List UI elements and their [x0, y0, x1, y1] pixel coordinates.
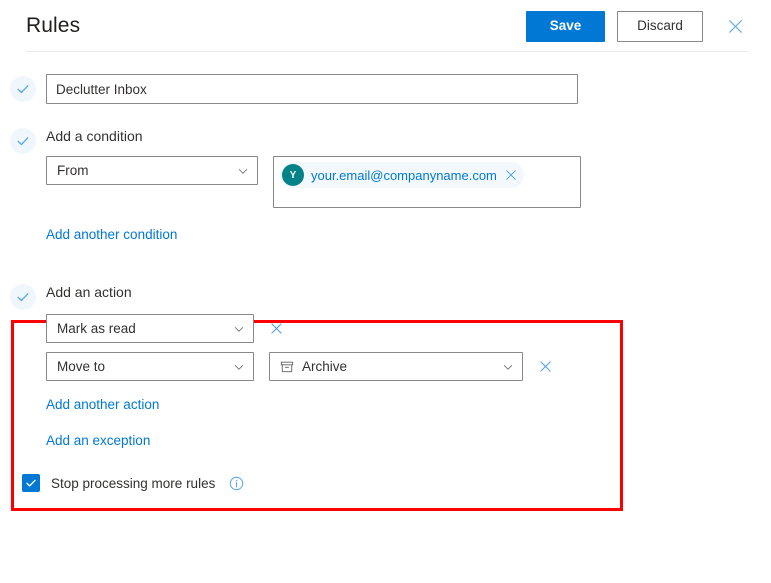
- close-icon: [270, 322, 283, 335]
- condition-check: [0, 126, 46, 154]
- stop-processing-row: Stop processing more rules: [0, 474, 771, 492]
- remove-action-button-2[interactable]: [532, 352, 558, 381]
- condition-type-select[interactable]: From: [46, 156, 258, 185]
- checkmark-icon: [25, 477, 37, 489]
- chevron-down-icon: [233, 323, 245, 335]
- chevron-down-icon: [237, 165, 249, 177]
- action-type-select-2[interactable]: Move to: [46, 352, 254, 381]
- dialog-header: Rules Save Discard: [0, 0, 771, 52]
- remove-action-button-1[interactable]: [263, 314, 289, 343]
- condition-recipient-field[interactable]: Y your.email@companyname.com: [273, 156, 581, 208]
- check-badge: [10, 284, 36, 310]
- close-icon: [728, 19, 743, 34]
- action-section: Add an action Mark as read: [0, 282, 771, 450]
- add-another-condition-link[interactable]: Add another condition: [46, 227, 177, 242]
- stop-processing-checkbox[interactable]: [22, 474, 40, 492]
- check-icon: [16, 134, 30, 148]
- close-icon: [539, 360, 552, 373]
- condition-heading: Add a condition: [46, 126, 771, 146]
- close-icon: [505, 169, 517, 181]
- rule-name-section: [0, 52, 771, 104]
- action-type-value-2: Move to: [57, 359, 225, 374]
- action-folder-select[interactable]: Archive: [269, 352, 523, 381]
- action-row: Mark as read: [46, 314, 771, 343]
- rule-name-input[interactable]: [46, 74, 578, 104]
- check-icon: [16, 290, 30, 304]
- page-title: Rules: [26, 14, 80, 38]
- remove-recipient-button[interactable]: [505, 169, 517, 181]
- archive-box-icon: [280, 360, 294, 374]
- save-button[interactable]: Save: [526, 11, 605, 42]
- action-row: Move to: [46, 352, 771, 381]
- rule-form: Add a condition From Y: [0, 52, 771, 492]
- rule-name-check: [0, 74, 46, 102]
- action-body: Add an action Mark as read: [46, 282, 771, 450]
- info-circle-icon[interactable]: [229, 476, 244, 491]
- chevron-down-icon: [233, 361, 245, 373]
- condition-row: From Y your.email@companyname.com: [46, 156, 771, 208]
- rule-name-body: [46, 74, 771, 104]
- recipient-pill[interactable]: Y your.email@companyname.com: [280, 162, 524, 188]
- stop-processing-label: Stop processing more rules: [51, 476, 215, 491]
- add-another-action-link[interactable]: Add another action: [46, 397, 159, 412]
- action-heading: Add an action: [46, 282, 771, 302]
- action-type-select-1[interactable]: Mark as read: [46, 314, 254, 343]
- discard-button[interactable]: Discard: [617, 11, 703, 42]
- chevron-down-icon: [502, 361, 514, 373]
- add-an-exception-link[interactable]: Add an exception: [46, 433, 150, 448]
- action-check: [0, 282, 46, 310]
- recipient-email: your.email@companyname.com: [311, 168, 497, 183]
- condition-section: Add a condition From Y: [0, 126, 771, 244]
- condition-body: Add a condition From Y: [46, 126, 771, 244]
- avatar: Y: [282, 164, 304, 186]
- action-folder-value: Archive: [302, 359, 494, 374]
- check-badge: [10, 128, 36, 154]
- check-icon: [16, 82, 30, 96]
- condition-type-value: From: [57, 163, 229, 178]
- check-badge: [10, 76, 36, 102]
- header-actions: Save Discard: [526, 11, 749, 42]
- close-button[interactable]: [721, 12, 749, 40]
- action-type-value-1: Mark as read: [57, 321, 225, 336]
